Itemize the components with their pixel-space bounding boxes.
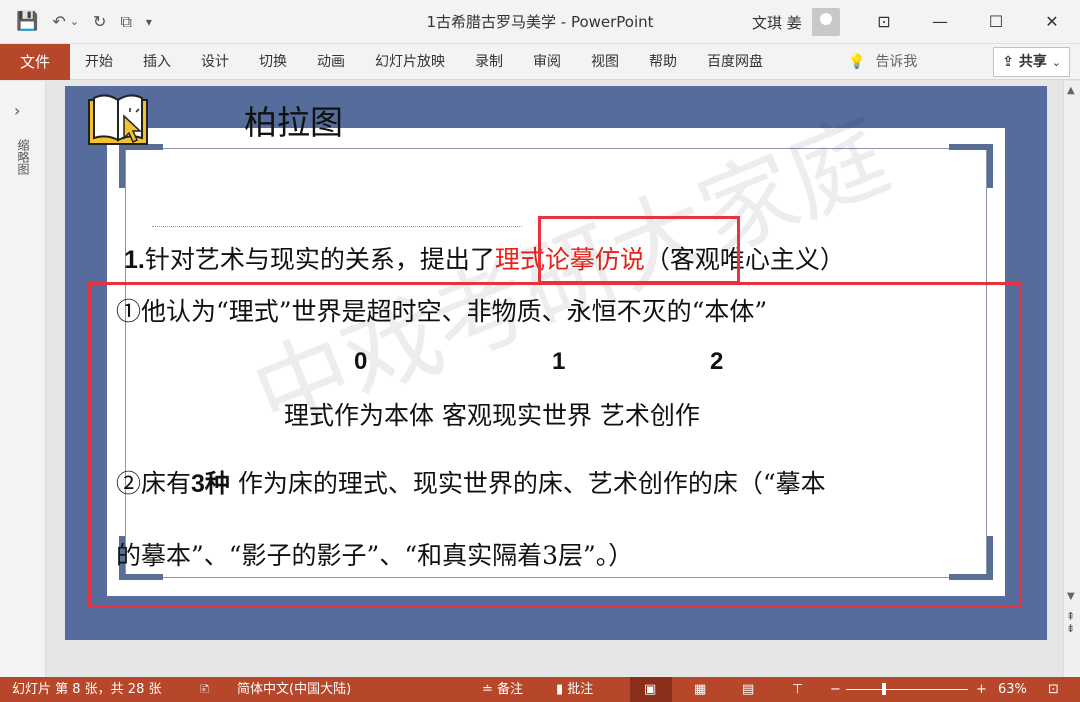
slide-title[interactable]: 柏拉图 [244, 96, 343, 144]
avatar[interactable] [811, 8, 840, 36]
chevron-down-icon: ⌄ [1051, 56, 1061, 69]
tell-me-label: 告诉我 [875, 54, 918, 70]
corner-bracket [119, 144, 163, 188]
line1-number: 1. [124, 246, 145, 274]
language-status[interactable]: 简体中文(中国大陆) [237, 677, 351, 702]
close-button[interactable]: ✕ [1024, 0, 1080, 44]
tab-baidu-netdisk[interactable]: 百度网盘 [692, 44, 778, 80]
share-button[interactable]: ⇪ 共享 ⌄ [993, 47, 1070, 77]
tab-animations[interactable]: 动画 [302, 44, 360, 80]
title-bar: 💾 ↶ ⌄ ↻ ⧉ ▾ 1古希腊古罗马美学 - PowerPoint 文琪 姜 … [0, 0, 1080, 44]
tab-slideshow[interactable]: 幻灯片放映 [360, 44, 460, 80]
user-name: 文琪 姜 [752, 13, 802, 32]
fit-slide-icon[interactable]: ⊡ [1048, 677, 1059, 702]
tab-home[interactable]: 开始 [70, 44, 128, 80]
highlight-box-content [88, 282, 1022, 608]
tab-design[interactable]: 设计 [186, 44, 244, 80]
redo-icon[interactable]: ↻ [93, 8, 106, 36]
comments-button[interactable]: ▮ 批注 [556, 677, 593, 702]
slide-sorter-icon[interactable]: ▦ [694, 677, 706, 702]
share-label: 共享 [1018, 54, 1047, 70]
tab-review[interactable]: 审阅 [518, 44, 576, 80]
save-icon[interactable]: 💾 [16, 8, 38, 36]
zoom-level[interactable]: 63% [998, 677, 1027, 702]
ribbon-tabs: 文件 开始 插入 设计 切换 动画 幻灯片放映 录制 审阅 视图 帮助 百度网盘… [0, 44, 1080, 80]
slideshow-icon[interactable]: ⊤ [792, 677, 803, 702]
thumbnail-pane-label: 缩略图 [16, 139, 30, 175]
customize-qat-icon[interactable]: ▾ [146, 8, 152, 36]
proofing-icon[interactable]: 🗈 [200, 677, 210, 702]
scroll-up-icon[interactable]: ▲ [1067, 85, 1075, 96]
highlight-box-theory [538, 216, 740, 284]
ribbon-display-icon[interactable]: ⊡ [856, 0, 912, 44]
tell-me-search[interactable]: 💡 告诉我 [848, 44, 917, 80]
window-controls: ⊡ — ☐ ✕ [856, 0, 1080, 44]
restore-button[interactable]: ☐ [968, 0, 1024, 44]
minimize-button[interactable]: — [912, 0, 968, 44]
book-icon [88, 94, 148, 145]
zoom-slider[interactable] [846, 689, 968, 690]
tab-record[interactable]: 录制 [460, 44, 518, 80]
vertical-scrollbar[interactable]: ▲ ▼ ⇞ ⇟ [1063, 81, 1080, 677]
notes-button[interactable]: ≐ 备注 [482, 677, 523, 702]
title-underline [152, 226, 522, 227]
tab-list: 开始 插入 设计 切换 动画 幻灯片放映 录制 审阅 视图 帮助 百度网盘 [70, 44, 778, 80]
lightbulb-icon: 💡 [848, 54, 866, 70]
expand-thumbnails-icon[interactable]: › [14, 101, 20, 120]
thumbnail-pane: › 缩略图 [0, 81, 46, 677]
normal-view-icon[interactable]: ▣ [644, 677, 656, 702]
zoom-slider-thumb[interactable] [882, 683, 886, 695]
tab-file[interactable]: 文件 [0, 44, 70, 80]
tab-help[interactable]: 帮助 [634, 44, 692, 80]
page-nav-icons[interactable]: ⇞ ⇟ [1066, 611, 1075, 635]
reading-view-icon[interactable]: ▤ [742, 677, 754, 702]
quick-access-toolbar: 💾 ↶ ⌄ ↻ ⧉ ▾ [16, 8, 152, 36]
scroll-down-icon[interactable]: ▼ [1067, 591, 1075, 602]
zoom-in-button[interactable]: + [976, 677, 987, 702]
line1-text: 针对艺术与现实的关系，提出了 [144, 245, 495, 274]
slide-counter[interactable]: 幻灯片 第 8 张，共 28 张 [12, 677, 161, 702]
corner-bracket [949, 144, 993, 188]
account[interactable]: 文琪 姜 [752, 8, 840, 36]
undo-dropdown-icon[interactable]: ⌄ [70, 8, 79, 36]
zoom-out-button[interactable]: − [830, 677, 841, 702]
tab-transitions[interactable]: 切换 [244, 44, 302, 80]
undo-icon[interactable]: ↶ [52, 8, 65, 36]
powerpoint-window: 💾 ↶ ⌄ ↻ ⧉ ▾ 1古希腊古罗马美学 - PowerPoint 文琪 姜 … [0, 0, 1080, 702]
status-bar: 幻灯片 第 8 张，共 28 张 🗈 简体中文(中国大陆) ≐ 备注 ▮ 批注 … [0, 677, 1080, 702]
tab-insert[interactable]: 插入 [128, 44, 186, 80]
share-icon: ⇪ [1002, 54, 1015, 70]
present-icon[interactable]: ⧉ [120, 8, 131, 36]
tab-view[interactable]: 视图 [576, 44, 634, 80]
